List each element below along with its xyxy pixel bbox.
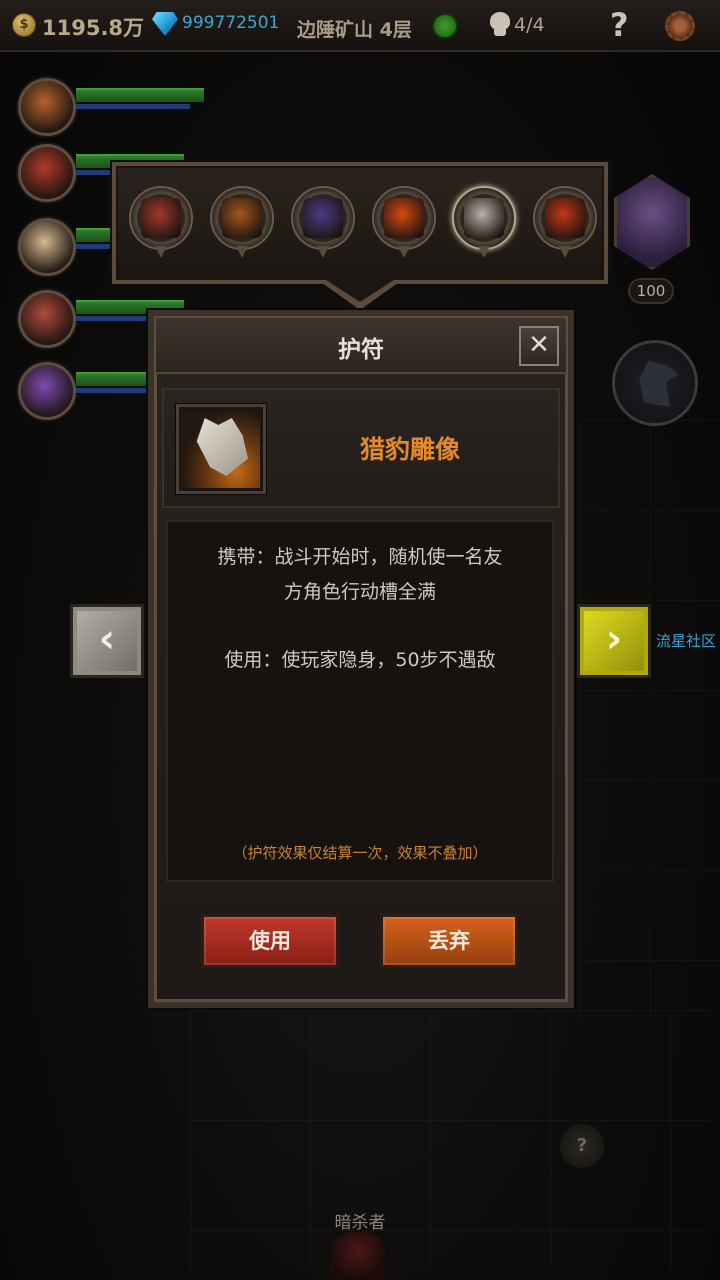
gold-coin-icon: $ [12, 13, 36, 37]
amulet-slot[interactable] [372, 186, 436, 260]
carry-effect-line2: 方角色行动槽全满 [283, 581, 436, 603]
use-effect: 使用：使玩家隐身，50步不遇敌 [224, 649, 496, 671]
cheetah-statue-icon [182, 410, 260, 488]
discard-button[interactable]: 丢弃 [380, 914, 518, 968]
tome-icon [303, 198, 343, 238]
next-arrow-button[interactable]: › [577, 604, 651, 678]
amber-orb-icon [384, 198, 424, 238]
skull-icon [488, 12, 512, 38]
carry-effect-line1: 携带：战斗开始时，随机使一名友 [217, 546, 503, 568]
hero-portrait[interactable] [18, 362, 76, 420]
amulet-slot[interactable] [533, 186, 597, 260]
floor-tiles [190, 1010, 710, 1270]
community-link[interactable]: 流星社区 [656, 630, 716, 651]
carrot-sword-icon [545, 198, 585, 238]
amulet-slot[interactable] [452, 186, 516, 260]
drum-icon [141, 198, 181, 238]
hero-hp-bar [76, 88, 204, 102]
hero-portrait[interactable] [18, 290, 76, 348]
item-name: 猎豹雕像 [359, 435, 460, 464]
hero-portrait[interactable] [18, 144, 76, 202]
cheetah-statue-icon [464, 198, 504, 238]
previous-arrow-button[interactable]: ‹ [70, 604, 144, 678]
assassin-sprite[interactable] [330, 1232, 386, 1280]
description-box [166, 520, 554, 882]
hero-portrait[interactable] [18, 218, 76, 276]
unknown-marker[interactable]: ? [560, 1124, 604, 1168]
hero-portrait[interactable] [18, 78, 76, 136]
hero-action-bar [76, 104, 190, 109]
help-icon[interactable]: ? [610, 6, 629, 44]
panel-title: 护符 [338, 337, 384, 363]
wing-level: 100 [628, 278, 674, 304]
effect-note: （护符效果仅结算一次，效果不叠加） [232, 844, 488, 862]
dungeon-location: 边陲矿山 4层 [297, 19, 412, 41]
amulet-slot[interactable] [210, 186, 274, 260]
settings-gear-icon[interactable] [665, 11, 695, 41]
amulet-slot[interactable] [129, 186, 193, 260]
gold-amount: 1195.8万 [42, 16, 145, 40]
crow-skill-icon[interactable] [612, 340, 698, 426]
pipe-icon [222, 198, 262, 238]
use-button[interactable]: 使用 [201, 914, 339, 968]
amulet-slot[interactable] [291, 186, 355, 260]
status-face-icon[interactable] [432, 13, 458, 39]
close-button[interactable]: ✕ [519, 326, 559, 366]
gem-amount: 999772501 [182, 13, 280, 33]
unit-label: 暗杀者 [334, 1213, 386, 1233]
party-count: 4/4 [514, 14, 545, 36]
wall-tiles [580, 420, 720, 1020]
